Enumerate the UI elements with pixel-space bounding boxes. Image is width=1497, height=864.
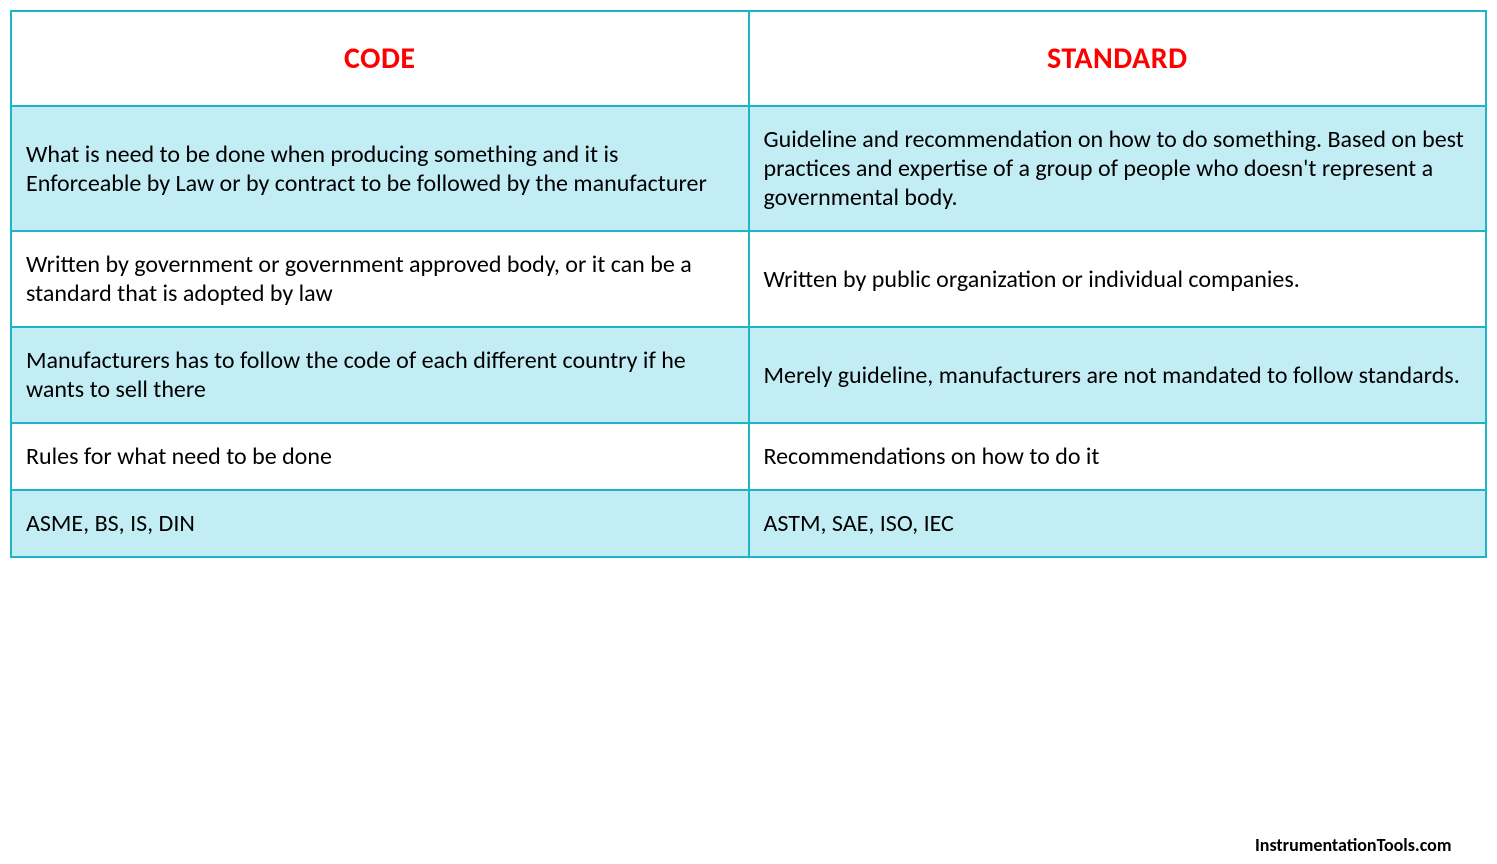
table-row: What is need to be done when producing s… bbox=[11, 106, 1486, 231]
cell-standard: Written by public organization or indivi… bbox=[749, 231, 1487, 327]
cell-standard: Recommendations on how to do it bbox=[749, 423, 1487, 490]
cell-standard: Merely guideline, manufacturers are not … bbox=[749, 327, 1487, 423]
cell-standard: ASTM, SAE, ISO, IEC bbox=[749, 490, 1487, 557]
cell-code: What is need to be done when producing s… bbox=[11, 106, 749, 231]
comparison-table: CODE STANDARD What is need to be done wh… bbox=[10, 10, 1487, 558]
cell-code: Manufacturers has to follow the code of … bbox=[11, 327, 749, 423]
table-row: Rules for what need to be done Recommend… bbox=[11, 423, 1486, 490]
table-row: Written by government or government appr… bbox=[11, 231, 1486, 327]
cell-standard: Guideline and recommendation on how to d… bbox=[749, 106, 1487, 231]
cell-code: ASME, BS, IS, DIN bbox=[11, 490, 749, 557]
header-standard: STANDARD bbox=[749, 11, 1487, 106]
table-row: Manufacturers has to follow the code of … bbox=[11, 327, 1486, 423]
watermark-text: InstrumentationTools.com bbox=[1255, 834, 1451, 856]
comparison-table-container: CODE STANDARD What is need to be done wh… bbox=[10, 10, 1487, 558]
table-row: ASME, BS, IS, DIN ASTM, SAE, ISO, IEC bbox=[11, 490, 1486, 557]
cell-code: Rules for what need to be done bbox=[11, 423, 749, 490]
table-header-row: CODE STANDARD bbox=[11, 11, 1486, 106]
header-code: CODE bbox=[11, 11, 749, 106]
cell-code: Written by government or government appr… bbox=[11, 231, 749, 327]
